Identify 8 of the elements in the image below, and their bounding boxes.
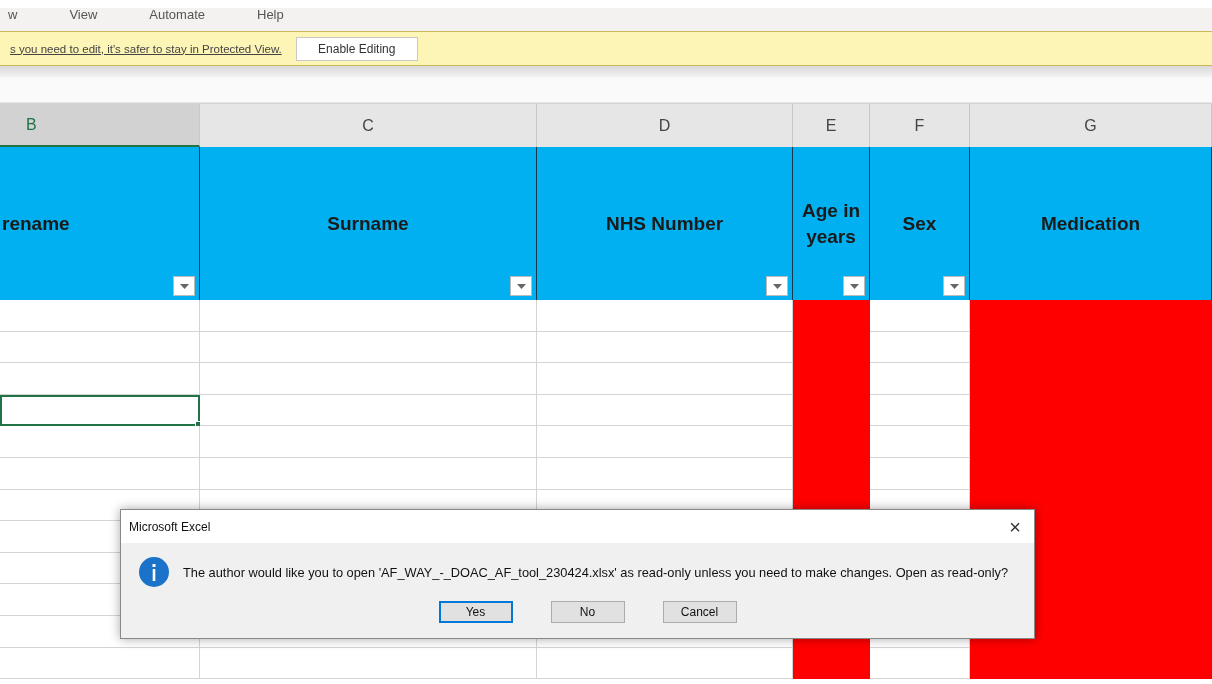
header-text: Medication xyxy=(1040,211,1141,236)
header-text: Surname xyxy=(327,211,409,236)
header-text: Age in years xyxy=(801,198,861,249)
header-text: rename xyxy=(2,211,70,236)
dialog-title: Microsoft Excel xyxy=(129,519,211,534)
header-text: Sex xyxy=(902,211,937,236)
header-text: NHS Number xyxy=(605,211,724,236)
dialog-message: The author would like you to open 'AF_WAY_-_DOAC_AF_tool_230424.xlsx' as read-only unless you need to make changes. Open as read-only? xyxy=(183,564,1009,580)
